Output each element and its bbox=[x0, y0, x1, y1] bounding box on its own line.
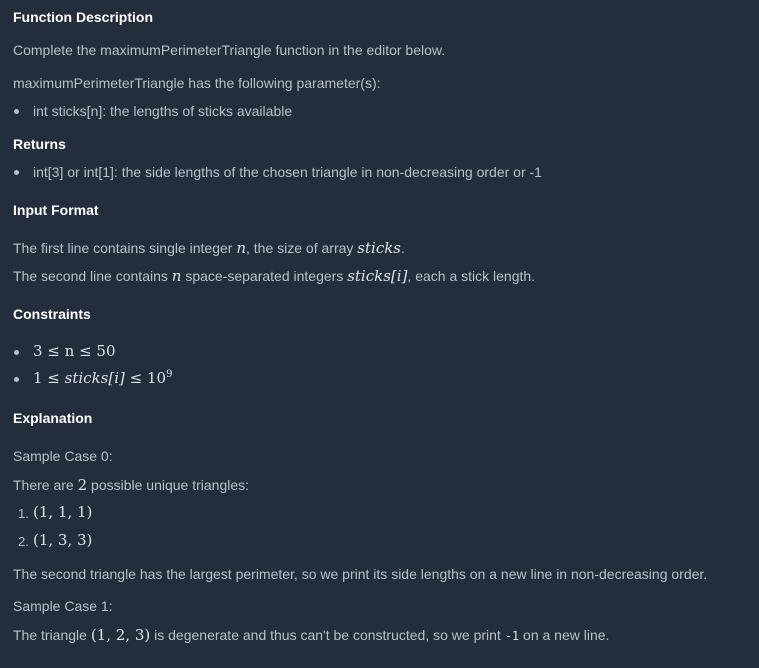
function-description-heading: Function Description bbox=[13, 9, 153, 25]
triangle-2: (1, 3, 3) bbox=[33, 531, 93, 549]
math-sticks-i: sticks[i] bbox=[64, 369, 125, 387]
parameter-item: int sticks[n]: the lengths of sticks ava… bbox=[33, 103, 293, 119]
input-format-line-2: The second line contains n space-separat… bbox=[13, 267, 535, 285]
text: space-separated integers bbox=[181, 268, 348, 284]
math-text: 1 ≤ bbox=[33, 369, 65, 387]
inline-code: -1 bbox=[504, 629, 520, 643]
math-sticks-i: sticks[i] bbox=[347, 267, 408, 285]
math-triangle: (1, 2, 3) bbox=[90, 626, 151, 644]
list-number: 1. bbox=[18, 506, 29, 521]
math-exponent: 9 bbox=[166, 369, 173, 380]
degenerate-line: The triangle (1, 2, 3) is degenerate and… bbox=[13, 626, 609, 644]
text: , each a stick length. bbox=[407, 268, 536, 284]
function-description-line: Complete the maximumPerimeterTriangle fu… bbox=[13, 42, 446, 58]
bullet-icon bbox=[14, 170, 19, 175]
returns-item: int[3] or int[1]: the side lengths of th… bbox=[33, 164, 542, 180]
input-format-heading: Input Format bbox=[13, 202, 99, 218]
text: , the size of array bbox=[246, 240, 358, 256]
math-n: n bbox=[236, 239, 247, 257]
math-n: n bbox=[171, 267, 182, 285]
explanation-line: The second triangle has the largest peri… bbox=[13, 566, 708, 582]
problem-statement: Function Description Complete the maximu… bbox=[0, 0, 759, 668]
list-number: 2. bbox=[18, 534, 29, 549]
text: The second line contains bbox=[13, 268, 172, 284]
sample-case-1-label: Sample Case 1: bbox=[13, 598, 113, 614]
parameters-line: maximumPerimeterTriangle has the followi… bbox=[13, 75, 381, 91]
text: possible unique triangles: bbox=[87, 477, 250, 493]
math-text: ≤ 10 bbox=[124, 369, 167, 387]
math-sticks: sticks bbox=[357, 239, 402, 257]
triangles-count-line: There are 2 possible unique triangles: bbox=[13, 476, 249, 494]
text: . bbox=[401, 240, 405, 256]
text: There are bbox=[13, 477, 78, 493]
returns-heading: Returns bbox=[13, 136, 66, 152]
text: The triangle bbox=[13, 627, 91, 643]
math-2: 2 bbox=[77, 476, 88, 494]
constraints-heading: Constraints bbox=[13, 306, 91, 322]
bullet-icon bbox=[14, 350, 19, 355]
bullet-icon bbox=[14, 109, 19, 114]
explanation-heading: Explanation bbox=[13, 410, 93, 426]
constraint-2: 1 ≤ sticks[i] ≤ 109 bbox=[33, 369, 172, 387]
text: is degenerate and thus can't be construc… bbox=[150, 627, 505, 643]
text: The first line contains single integer bbox=[13, 240, 237, 256]
sample-case-0-label: Sample Case 0: bbox=[13, 448, 113, 464]
constraint-1: 3 ≤ n ≤ 50 bbox=[33, 342, 116, 360]
input-format-line-1: The first line contains single integer n… bbox=[13, 239, 405, 257]
bullet-icon bbox=[14, 377, 19, 382]
triangle-1: (1, 1, 1) bbox=[33, 503, 93, 521]
text: on a new line. bbox=[519, 627, 610, 643]
